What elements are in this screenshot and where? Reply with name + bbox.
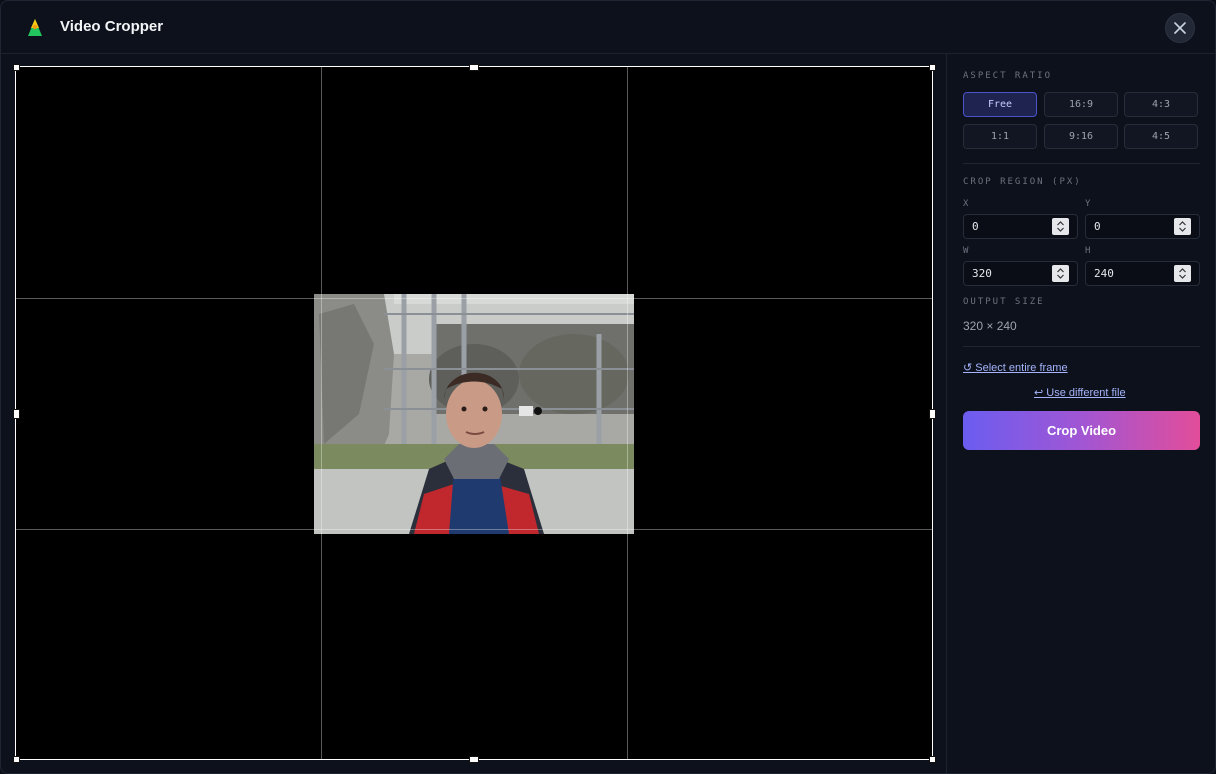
crop-handle-bottom-left[interactable] xyxy=(13,756,20,763)
h-field[interactable]: 240 xyxy=(1085,261,1200,286)
grid-line-v2 xyxy=(627,67,628,759)
ratio-16-9-button[interactable]: 16:9 xyxy=(1044,92,1118,117)
w-stepper[interactable] xyxy=(1052,265,1069,282)
grid-line-h1 xyxy=(16,298,932,299)
w-label: W xyxy=(963,246,969,256)
h-input[interactable]: 240 xyxy=(1094,267,1114,280)
w-field[interactable]: 320 xyxy=(963,261,1078,286)
stepper-arrows-icon xyxy=(1057,221,1064,232)
use-different-file-link[interactable]: ↩ Use different file xyxy=(1034,386,1126,399)
y-field[interactable]: 0 xyxy=(1085,214,1200,239)
output-size-value: 320 × 240 xyxy=(963,319,1017,333)
video-canvas xyxy=(13,64,936,763)
crop-handle-top-right[interactable] xyxy=(929,64,936,71)
x-input[interactable]: 0 xyxy=(972,220,979,233)
preview-stage xyxy=(1,54,947,773)
y-input[interactable]: 0 xyxy=(1094,220,1101,233)
window-title: Video Cropper xyxy=(60,18,164,35)
close-icon xyxy=(1174,22,1186,34)
ratio-4-5-button[interactable]: 4:5 xyxy=(1124,124,1198,149)
ratio-free-button[interactable]: Free xyxy=(963,92,1037,117)
crop-handle-left[interactable] xyxy=(13,409,20,419)
crop-handle-top[interactable] xyxy=(469,64,479,71)
crop-video-button[interactable]: Crop Video xyxy=(963,411,1200,450)
stepper-arrows-icon xyxy=(1057,268,1064,279)
ratio-4-3-button[interactable]: 4:3 xyxy=(1124,92,1198,117)
h-label: H xyxy=(1085,246,1091,256)
w-input[interactable]: 320 xyxy=(972,267,992,280)
crop-region[interactable] xyxy=(13,64,936,763)
x-stepper[interactable] xyxy=(1052,218,1069,235)
crop-region-label: CROP REGION (PX) xyxy=(963,177,1082,187)
output-size-label: OUTPUT SIZE xyxy=(963,297,1045,307)
y-label: Y xyxy=(1085,199,1091,209)
stepper-arrows-icon xyxy=(1179,221,1186,232)
grid-line-h2 xyxy=(16,529,932,530)
video-cropper-window: Video Cropper ASPECT RATIO Free 16:9 4:3… xyxy=(0,0,1216,774)
h-stepper[interactable] xyxy=(1174,265,1191,282)
ratio-1-1-button[interactable]: 1:1 xyxy=(963,124,1037,149)
divider xyxy=(963,163,1200,164)
title-bar: Video Cropper xyxy=(1,1,1215,54)
select-entire-frame-link[interactable]: ↺ Select entire frame xyxy=(963,361,1068,374)
x-label: X xyxy=(963,199,969,209)
grid-line-v1 xyxy=(321,67,322,759)
app-logo-icon xyxy=(28,19,42,36)
ratio-9-16-button[interactable]: 9:16 xyxy=(1044,124,1118,149)
y-stepper[interactable] xyxy=(1174,218,1191,235)
aspect-ratio-label: ASPECT RATIO xyxy=(963,71,1053,81)
close-button[interactable] xyxy=(1165,13,1195,43)
stepper-arrows-icon xyxy=(1179,268,1186,279)
crop-handle-bottom[interactable] xyxy=(469,756,479,763)
crop-handle-right[interactable] xyxy=(929,409,936,419)
settings-panel: ASPECT RATIO Free 16:9 4:3 1:1 9:16 4:5 … xyxy=(947,54,1215,773)
crop-handle-top-left[interactable] xyxy=(13,64,20,71)
x-field[interactable]: 0 xyxy=(963,214,1078,239)
divider xyxy=(963,346,1200,347)
crop-handle-bottom-right[interactable] xyxy=(929,756,936,763)
